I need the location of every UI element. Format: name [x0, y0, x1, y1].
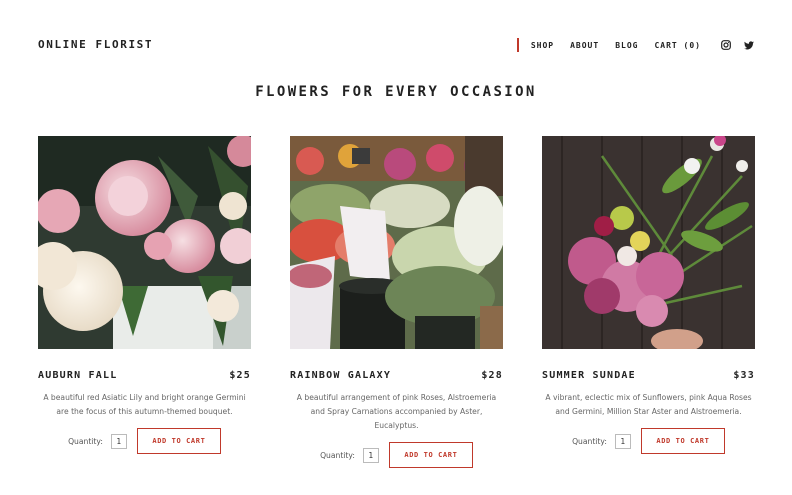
add-to-cart-button[interactable]: ADD TO CART — [388, 442, 473, 468]
product-card-auburn-fall: AUBURN FALL $25 A beautiful red Asiatic … — [38, 136, 251, 454]
quantity-label: Quantity: — [68, 436, 103, 446]
quantity-input[interactable] — [362, 447, 379, 463]
nav-blog-link[interactable]: BLOG — [615, 41, 638, 50]
product-image-rainbow-galaxy[interactable] — [290, 136, 503, 349]
instagram-icon[interactable] — [721, 40, 731, 50]
product-card-rainbow-galaxy: RAINBOW GALAXY $28 A beautiful arrangeme… — [290, 136, 503, 468]
product-image-summer-sundae[interactable] — [542, 136, 755, 349]
quantity-label: Quantity: — [572, 436, 607, 446]
product-price: $25 — [229, 370, 251, 381]
nav-about-link[interactable]: ABOUT — [570, 41, 599, 50]
nav-cart-link[interactable]: CART (0) — [654, 41, 701, 50]
add-to-cart-button[interactable]: ADD TO CART — [640, 428, 725, 454]
page-title: FLOWERS FOR EVERY OCCASION — [255, 84, 537, 100]
product-price: $33 — [733, 370, 755, 381]
nav-shop-link[interactable]: SHOP — [531, 41, 554, 50]
product-image-auburn-fall[interactable] — [38, 136, 251, 349]
product-name: RAINBOW GALAXY — [290, 370, 392, 381]
nav-accent-bar — [516, 38, 519, 52]
twitter-icon[interactable] — [744, 40, 754, 50]
product-description: A beautiful red Asiatic Lily and bright … — [43, 393, 246, 416]
product-name: AUBURN FALL — [38, 370, 118, 381]
add-to-cart-button[interactable]: ADD TO CART — [136, 428, 221, 454]
product-description: A vibrant, eclectic mix of Sunflowers, p… — [545, 393, 752, 416]
product-name: SUMMER SUNDAE — [542, 370, 636, 381]
product-description: A beautiful arrangement of pink Roses, A… — [296, 393, 497, 430]
brand-logo[interactable]: ONLINE FLORIST — [38, 38, 153, 51]
product-price: $28 — [481, 370, 503, 381]
product-card-summer-sundae: SUMMER SUNDAE $33 A vibrant, eclectic mi… — [542, 136, 755, 454]
quantity-input[interactable] — [614, 433, 631, 449]
quantity-label: Quantity: — [320, 450, 355, 460]
main-nav: SHOP ABOUT BLOG CART (0) — [516, 38, 754, 52]
quantity-input[interactable] — [110, 433, 127, 449]
